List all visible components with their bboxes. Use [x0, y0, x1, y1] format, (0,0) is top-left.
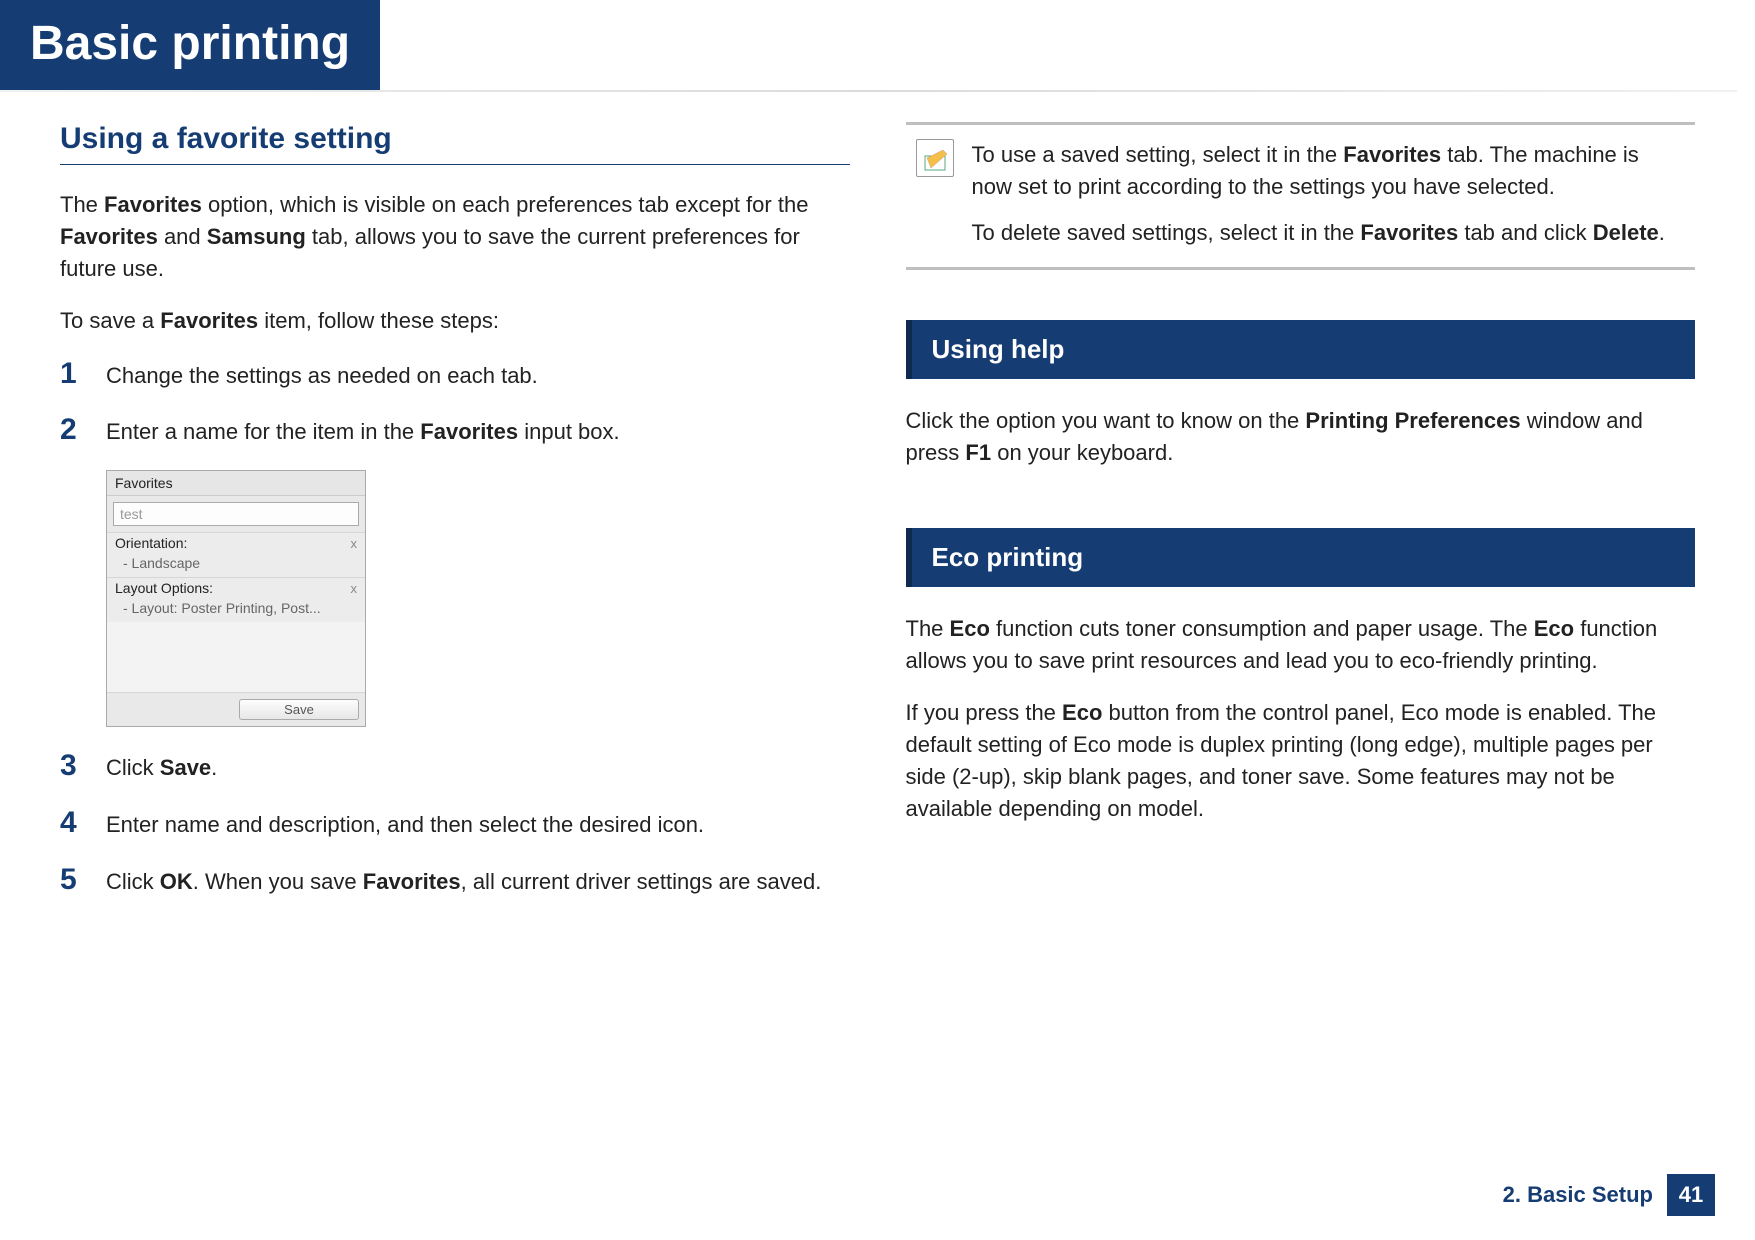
text-bold: Favorites	[1343, 142, 1441, 167]
text-bold: Favorites	[363, 869, 461, 894]
text: function cuts toner consumption and pape…	[990, 616, 1534, 641]
step-item: 5 Click OK. When you save Favorites, all…	[60, 863, 850, 898]
favorites-row-orientation-value: - Landscape	[107, 553, 365, 577]
text-bold: Samsung	[207, 224, 306, 249]
note-paragraph: To delete saved settings, select it in t…	[972, 217, 1686, 249]
step-number: 1	[60, 357, 106, 389]
text: The	[60, 192, 104, 217]
subtitle-favorite-setting: Using a favorite setting	[60, 122, 850, 165]
text: . When you save	[193, 869, 363, 894]
page-footer: 2. Basic Setup 41	[1503, 1174, 1715, 1216]
text: If you press the	[906, 700, 1063, 725]
step-number: 3	[60, 749, 106, 781]
favorites-name-input[interactable]	[113, 502, 359, 526]
steps-list: 1 Change the settings as needed on each …	[60, 357, 850, 449]
close-icon[interactable]: x	[351, 536, 358, 551]
text: Click	[106, 869, 160, 894]
text-bold: Printing Preferences	[1305, 408, 1520, 433]
text: To save a	[60, 308, 160, 333]
text: input box.	[518, 419, 620, 444]
text-bold: Eco	[950, 616, 990, 641]
text-bold: Favorites	[1360, 220, 1458, 245]
text-bold: Delete	[1593, 220, 1659, 245]
step-item: 1 Change the settings as needed on each …	[60, 357, 850, 392]
content-columns: Using a favorite setting The Favorites o…	[0, 92, 1755, 920]
favorites-blank-area	[107, 622, 365, 692]
text: on your keyboard.	[991, 440, 1173, 465]
left-column: Using a favorite setting The Favorites o…	[60, 122, 850, 920]
note-text: To use a saved setting, select it in the…	[972, 139, 1686, 249]
note-paragraph: To use a saved setting, select it in the…	[972, 139, 1686, 203]
step-text: Click Save.	[106, 749, 217, 784]
footer-chapter: 2. Basic Setup	[1503, 1182, 1653, 1208]
help-paragraph: Click the option you want to know on the…	[906, 405, 1696, 469]
text: The	[906, 616, 950, 641]
text: Click the option you want to know on the	[906, 408, 1306, 433]
close-icon[interactable]: x	[351, 581, 358, 596]
text-bold: Favorites	[420, 419, 518, 444]
text: Click	[106, 755, 160, 780]
save-button[interactable]: Save	[239, 699, 359, 720]
steps-list-cont: 3 Click Save. 4 Enter name and descripti…	[60, 749, 850, 897]
right-column: To use a saved setting, select it in the…	[906, 122, 1696, 920]
text: .	[1659, 220, 1665, 245]
text-bold: F1	[965, 440, 991, 465]
eco-paragraph-1: The Eco function cuts toner consumption …	[906, 613, 1696, 677]
favorites-panel: Favorites Orientation: x - Landscape Lay…	[106, 470, 366, 727]
step-number: 5	[60, 863, 106, 895]
text-bold: OK	[160, 869, 193, 894]
step-item: 3 Click Save.	[60, 749, 850, 784]
text-bold: Favorites	[104, 192, 202, 217]
text: item, follow these steps:	[258, 308, 499, 333]
text-bold: Save	[160, 755, 211, 780]
eco-paragraph-2: If you press the Eco button from the con…	[906, 697, 1696, 825]
text: To use a saved setting, select it in the	[972, 142, 1344, 167]
favorites-row-orientation: Orientation: x	[107, 532, 365, 553]
section-banner-eco-printing: Eco printing	[906, 528, 1696, 587]
text: To delete saved settings, select it in t…	[972, 220, 1361, 245]
step-text: Enter a name for the item in the Favorit…	[106, 413, 620, 448]
step-item: 4 Enter name and description, and then s…	[60, 806, 850, 841]
step-text: Click OK. When you save Favorites, all c…	[106, 863, 821, 898]
favorites-save-row: Save	[107, 692, 365, 726]
favorites-panel-title: Favorites	[107, 471, 365, 496]
intro-paragraph-1: The Favorites option, which is visible o…	[60, 189, 850, 285]
favorites-row-layout-value: - Layout: Poster Printing, Post...	[107, 598, 365, 622]
section-banner-using-help: Using help	[906, 320, 1696, 379]
text: and	[158, 224, 207, 249]
text-bold: Eco	[1534, 616, 1574, 641]
text: tab and click	[1458, 220, 1593, 245]
text: .	[211, 755, 217, 780]
favorites-row-layout: Layout Options: x	[107, 577, 365, 598]
text: option, which is visible on each prefere…	[202, 192, 809, 217]
favorites-row-label: Layout Options:	[115, 580, 213, 596]
text-bold: Favorites	[160, 308, 258, 333]
intro-paragraph-2: To save a Favorites item, follow these s…	[60, 305, 850, 337]
step-number: 4	[60, 806, 106, 838]
footer-page-number: 41	[1667, 1174, 1715, 1216]
favorites-row-label: Orientation:	[115, 535, 187, 551]
step-item: 2 Enter a name for the item in the Favor…	[60, 413, 850, 448]
page-header: Basic printing	[0, 0, 1755, 90]
page-title: Basic printing	[0, 0, 380, 90]
text-bold: Favorites	[60, 224, 158, 249]
note-box: To use a saved setting, select it in the…	[906, 122, 1696, 270]
text: Enter a name for the item in the	[106, 419, 420, 444]
text-bold: Eco	[1062, 700, 1102, 725]
step-number: 2	[60, 413, 106, 445]
note-icon	[916, 139, 954, 177]
text: , all current driver settings are saved.	[461, 869, 822, 894]
step-text: Enter name and description, and then sel…	[106, 806, 704, 841]
step-text: Change the settings as needed on each ta…	[106, 357, 538, 392]
